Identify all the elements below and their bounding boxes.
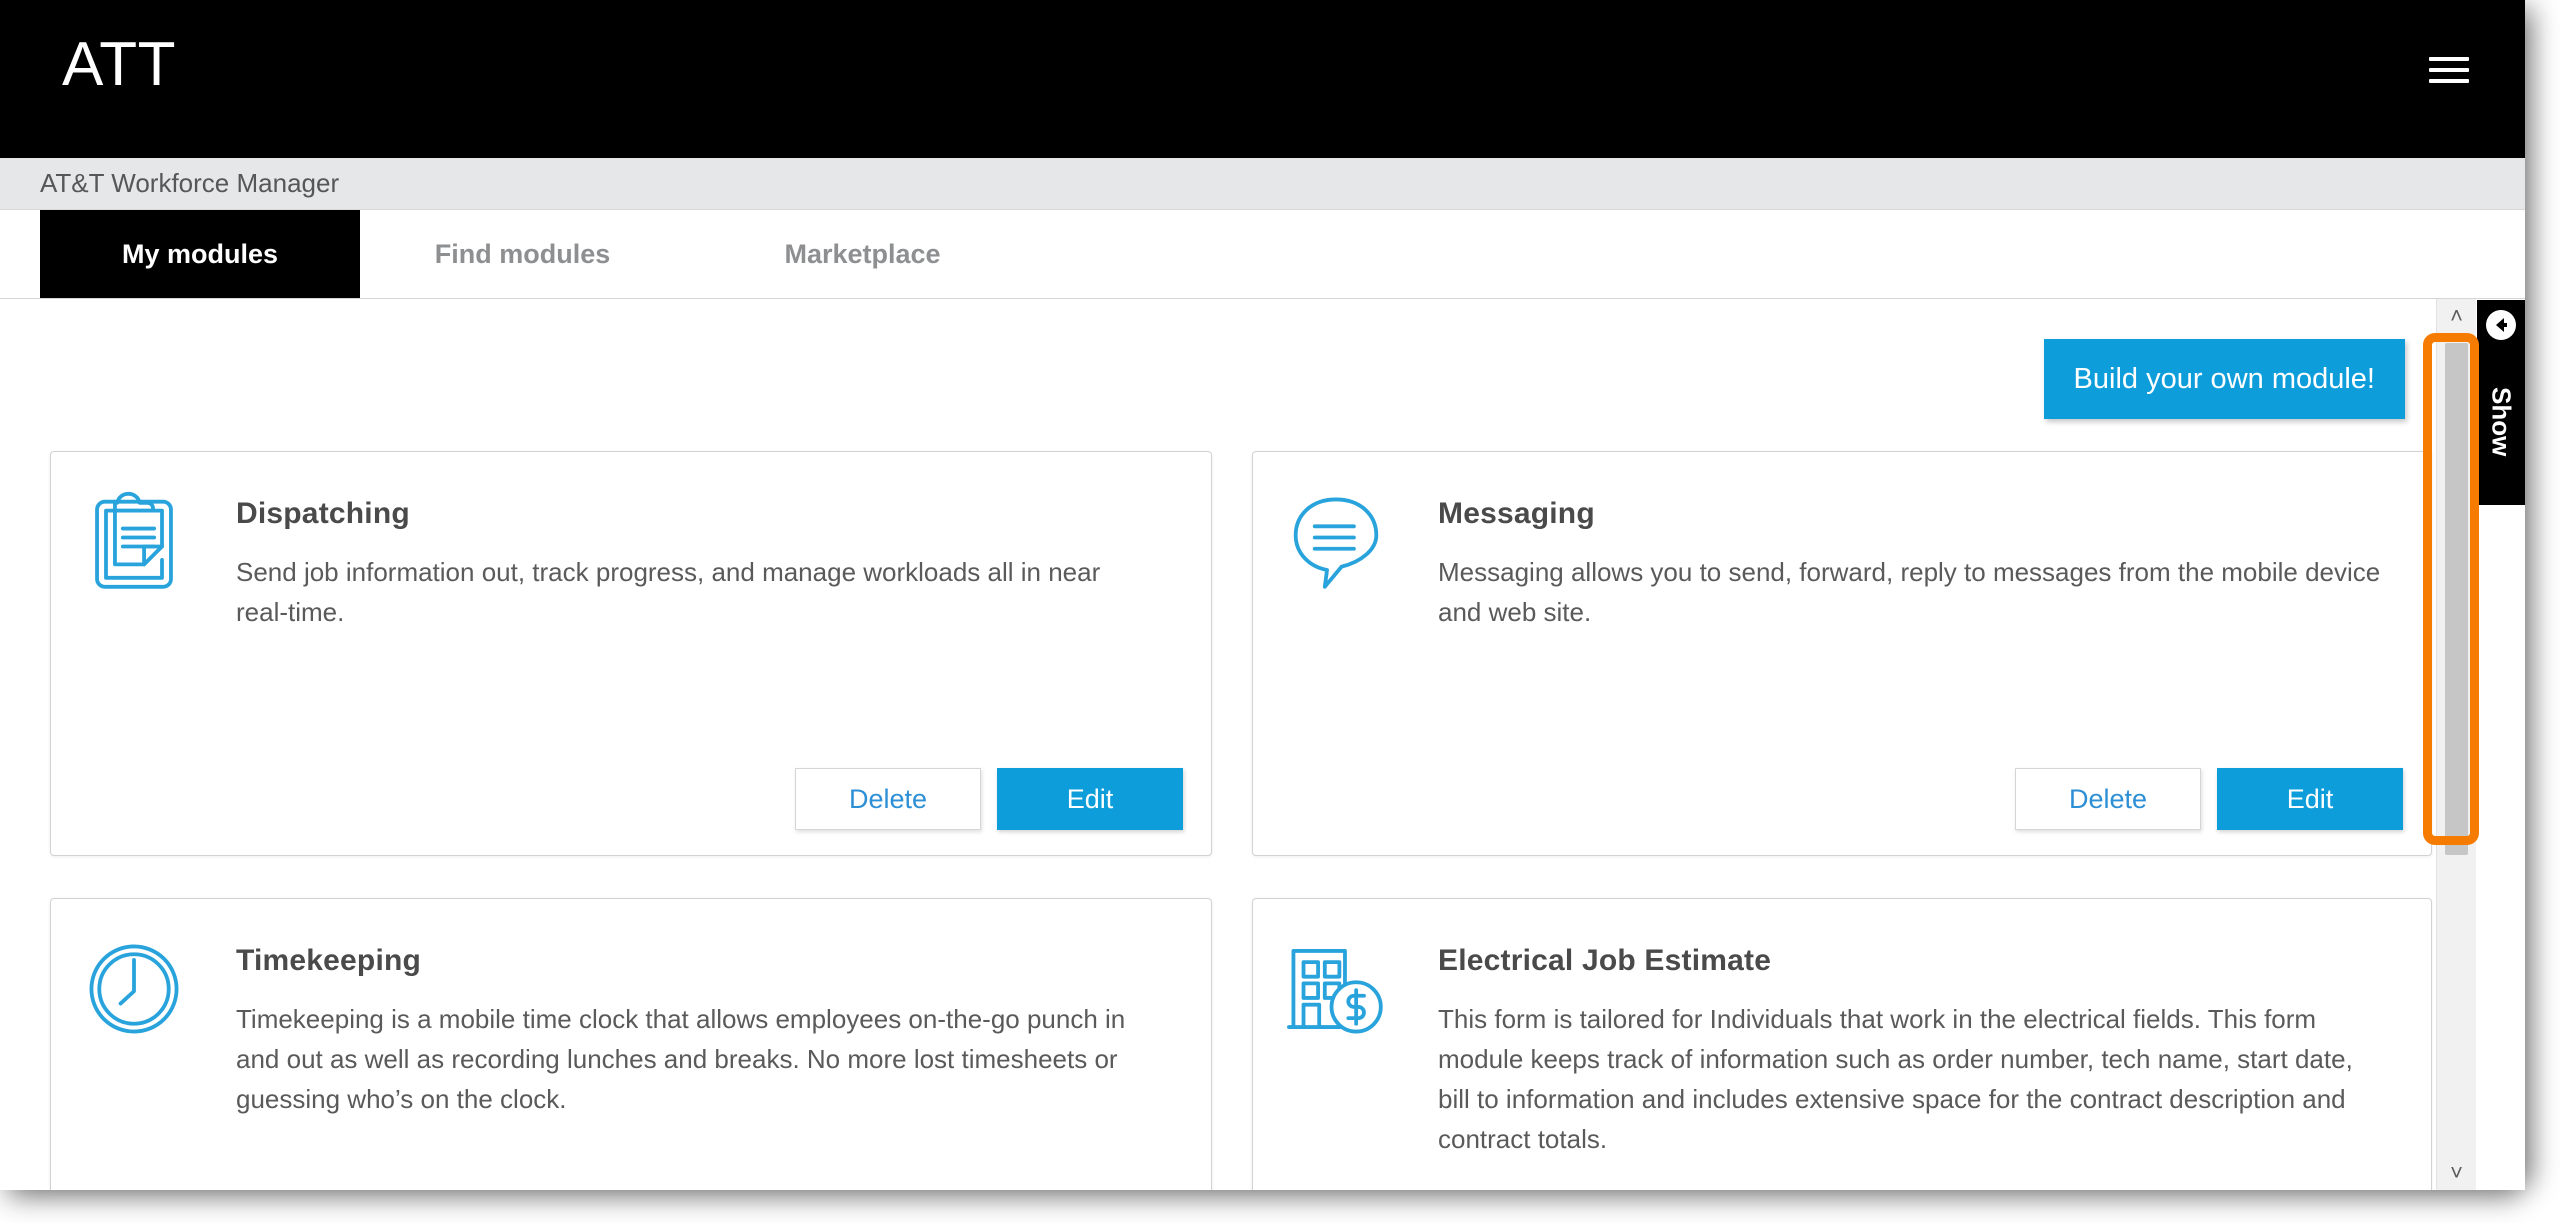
card-description: This form is tailored for Individuals th… — [1438, 1004, 2353, 1154]
back-arrow-circle-icon — [2485, 309, 2517, 341]
card-description: Send job information out, track progress… — [236, 557, 1101, 627]
scrollbar-thumb[interactable] — [2445, 343, 2468, 855]
module-card-electrical-job-estimate[interactable]: Electrical Job Estimate This form is tai… — [1252, 898, 2432, 1190]
tab-strip: My modules Find modules Marketplace — [0, 210, 2525, 299]
content-viewport: Build your own module! Dispatching Send … — [0, 299, 2525, 1190]
tab-marketplace[interactable]: Marketplace — [725, 210, 1000, 298]
card-title: Dispatching — [236, 497, 410, 530]
show-side-panel-tab[interactable]: Show — [2477, 300, 2525, 505]
sub-header-bar: AT&T Workforce Manager — [0, 158, 2525, 210]
edit-button[interactable]: Edit — [997, 768, 1183, 830]
scroll-down-arrow-icon[interactable]: ˅ — [2437, 1156, 2476, 1190]
application-frame: ATT AT&T Workforce Manager My modules Fi… — [0, 0, 2525, 1190]
brand-header-bar: ATT — [0, 0, 2525, 158]
card-description: Timekeeping is a mobile time clock that … — [236, 1004, 1126, 1114]
card-actions: Delete Edit — [795, 768, 1183, 830]
build-your-own-module-button[interactable]: Build your own module! — [2043, 339, 2405, 419]
hamburger-icon[interactable] — [2429, 57, 2473, 89]
app-title: AT&T Workforce Manager — [40, 168, 340, 198]
card-title: Electrical Job Estimate — [1438, 944, 1772, 977]
card-description: Messaging allows you to send, forward, r… — [1438, 557, 2381, 627]
module-card-messaging[interactable]: Messaging Messaging allows you to send, … — [1252, 451, 2432, 856]
clock-icon — [78, 933, 190, 1045]
message-bubble-icon — [1280, 486, 1392, 598]
card-title: Timekeeping — [236, 944, 422, 977]
scroll-up-arrow-icon[interactable]: ˄ — [2437, 299, 2476, 333]
show-panel-label: Show — [2486, 387, 2517, 457]
edit-button[interactable]: Edit — [2217, 768, 2403, 830]
brand-logo: ATT — [62, 30, 176, 99]
tab-find-modules[interactable]: Find modules — [380, 210, 665, 298]
card-title: Messaging — [1438, 497, 1595, 530]
tab-my-modules[interactable]: My modules — [40, 210, 360, 298]
clipboard-icon — [78, 486, 190, 598]
module-card-timekeeping[interactable]: Timekeeping Timekeeping is a mobile time… — [50, 898, 1212, 1190]
delete-button[interactable]: Delete — [795, 768, 981, 830]
building-dollar-icon — [1280, 933, 1392, 1045]
module-card-dispatching[interactable]: Dispatching Send job information out, tr… — [50, 451, 1212, 856]
hamburger-bar-1 — [2429, 57, 2469, 61]
vertical-scrollbar[interactable]: ˄ ˅ — [2436, 299, 2476, 1190]
card-actions: Delete Edit — [2015, 768, 2403, 830]
hamburger-bar-3 — [2429, 79, 2469, 83]
delete-button[interactable]: Delete — [2015, 768, 2201, 830]
hamburger-bar-2 — [2429, 68, 2469, 72]
